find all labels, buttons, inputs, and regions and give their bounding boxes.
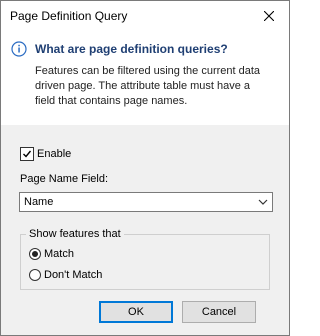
ok-button[interactable]: OK <box>99 301 173 323</box>
page-name-field-value: Name <box>24 196 54 208</box>
close-button[interactable] <box>249 1 289 31</box>
cancel-button[interactable]: Cancel <box>182 301 256 323</box>
dont-match-label: Don't Match <box>44 269 103 281</box>
enable-checkbox[interactable] <box>20 147 34 161</box>
match-label: Match <box>44 248 74 260</box>
enable-label: Enable <box>37 148 72 160</box>
match-radio[interactable] <box>29 248 41 260</box>
dont-match-radio[interactable] <box>29 269 41 281</box>
page-name-field-select[interactable]: Name <box>19 192 273 212</box>
page-definition-query-dialog: Page Definition Query What are page defi… <box>0 0 290 336</box>
info-icon <box>11 41 27 57</box>
window-title: Page Definition Query <box>10 9 128 23</box>
info-panel: What are page definition queries? Featur… <box>1 31 289 125</box>
chevron-down-icon <box>258 199 268 205</box>
show-features-group <box>20 234 270 290</box>
close-icon <box>264 11 274 21</box>
dont-match-radio-row[interactable]: Don't Match <box>29 269 102 281</box>
match-radio-row[interactable]: Match <box>29 248 74 260</box>
page-name-field-label: Page Name Field: <box>20 173 109 185</box>
title-bar: Page Definition Query <box>1 1 289 31</box>
info-description: Features can be filtered using the curre… <box>35 65 261 107</box>
show-features-legend: Show features that <box>26 228 124 240</box>
checkmark-icon <box>23 150 32 158</box>
enable-checkbox-row[interactable]: Enable <box>20 147 71 161</box>
info-heading: What are page definition queries? <box>35 42 228 56</box>
